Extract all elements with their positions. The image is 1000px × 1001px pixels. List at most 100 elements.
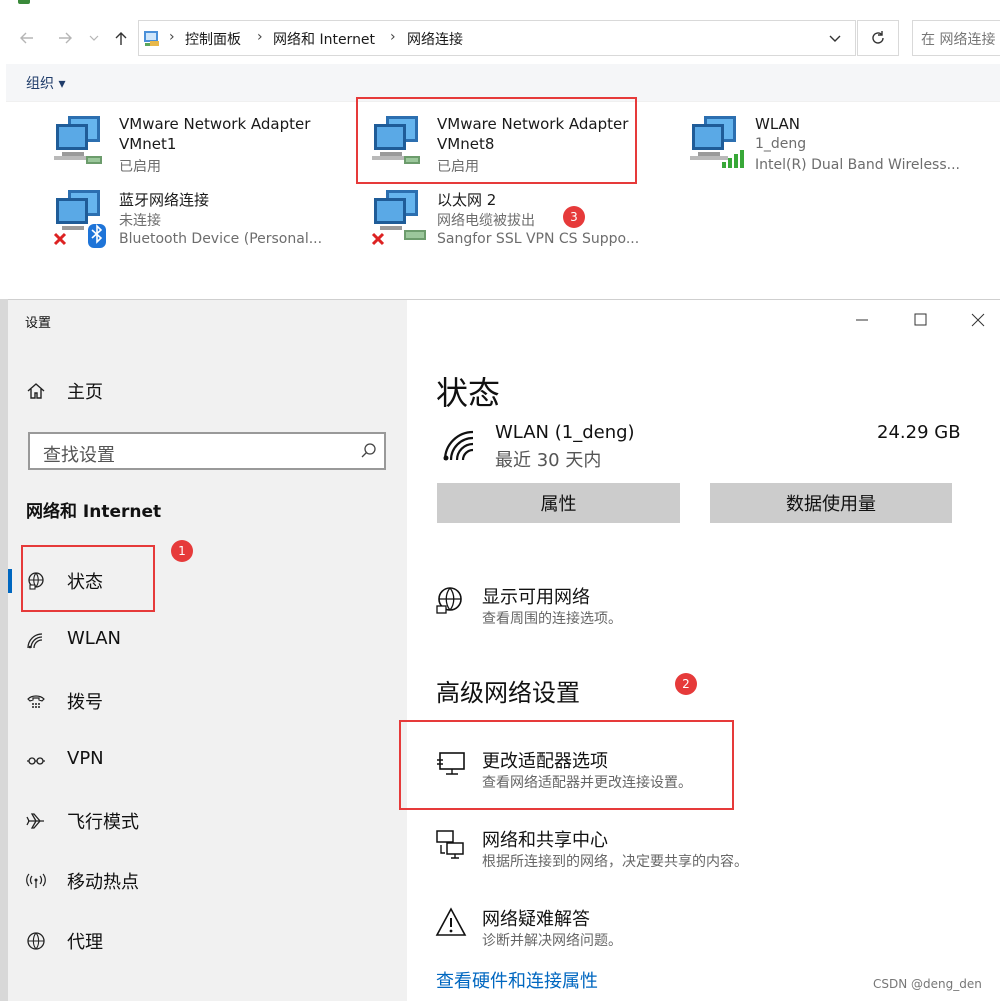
breadcrumb-network-internet[interactable]: 网络和 Internet — [273, 29, 375, 49]
adapter-name: WLAN — [755, 115, 801, 133]
adapter-item[interactable]: 蓝牙网络连接 未连接 Bluetooth Device (Personal... — [50, 184, 350, 250]
arrow-right-icon — [59, 32, 72, 44]
arrow-up-icon — [115, 32, 127, 45]
settings-search-placeholder: 查找设置 — [43, 445, 115, 466]
nav-home[interactable]: 主页 — [8, 366, 407, 416]
wifi-adapter-icon — [690, 116, 744, 168]
nav-mobile-hotspot-label: 移动热点 — [67, 872, 139, 893]
dialup-phone-icon — [27, 695, 45, 708]
annotation-highlight-box — [356, 97, 637, 184]
breadcrumb-separator: › — [257, 29, 263, 45]
settings-search-input[interactable]: 查找设置 — [28, 432, 386, 470]
nav-dialup-label: 拨号 — [67, 692, 103, 713]
troubleshoot-link[interactable]: 网络疑难解答 诊断并解决网络问题。 — [435, 902, 735, 952]
wifi-status-icon — [443, 430, 474, 461]
nav-dialup[interactable]: 拨号 — [8, 676, 407, 726]
home-icon — [27, 383, 45, 399]
selected-indicator — [8, 569, 12, 593]
close-button[interactable] — [963, 310, 993, 330]
troubleshoot-subtitle: 诊断并解决网络问题。 — [482, 933, 622, 949]
nav-vpn[interactable]: VPN — [8, 736, 407, 786]
settings-sidebar: 设置 主页 查找设置 网络和 Internet 状态 1 WLAN 拨号 VPN… — [8, 300, 407, 1001]
back-button[interactable] — [16, 26, 38, 50]
explorer-search-placeholder: 在 网络连接 — [921, 32, 996, 48]
nav-home-label: 主页 — [67, 382, 103, 403]
network-period: 最近 30 天内 — [495, 450, 602, 471]
globe-icon — [27, 932, 45, 950]
show-networks-title: 显示可用网络 — [482, 587, 590, 608]
breadcrumb-separator: › — [390, 29, 396, 45]
adapter-device: Bluetooth Device (Personal... — [119, 231, 323, 247]
nav-vpn-label: VPN — [67, 748, 104, 769]
nav-mobile-hotspot[interactable]: 移动热点 — [8, 856, 407, 906]
watermark: CSDN @deng_den — [873, 977, 982, 991]
airplane-icon — [26, 813, 44, 829]
nav-airplane-mode-label: 飞行模式 — [67, 812, 139, 833]
breadcrumb-control-panel[interactable]: 控制面板 — [185, 29, 241, 49]
breadcrumb-separator: › — [169, 29, 175, 45]
arrow-left-icon — [20, 32, 33, 44]
minimize-button[interactable] — [847, 310, 877, 330]
organize-menu-button[interactable]: 组织 ▾ — [26, 73, 65, 93]
sharing-center-subtitle: 根据所连接到的网络，决定要共享的内容。 — [482, 854, 748, 870]
chevron-down-icon — [89, 35, 99, 41]
adapter-item[interactable]: WLAN 1_deng Intel(R) Dual Band Wireless.… — [686, 110, 976, 176]
chevron-down-icon[interactable] — [829, 35, 841, 43]
network-adapter-icon — [54, 116, 102, 164]
adapter-item[interactable]: 以太网 2 网络电缆被拔出 Sangfor SSL VPN CS Suppo..… — [368, 184, 668, 250]
adapter-device: VMnet1 — [119, 135, 177, 153]
adapter-device: Intel(R) Dual Band Wireless... — [755, 157, 960, 173]
annotation-highlight-box — [399, 720, 734, 810]
annotation-badge-3: 3 — [563, 206, 585, 228]
warning-icon — [435, 907, 467, 936]
show-networks-link[interactable]: 显示可用网络 查看周围的连接选项。 — [435, 580, 735, 630]
settings-content: 状态 WLAN (1_deng) 最近 30 天内 24.29 GB 属性 数据… — [399, 300, 1000, 1001]
vpn-icon — [27, 757, 45, 765]
network-data-usage: 24.29 GB — [877, 422, 961, 443]
explorer-search-input[interactable]: 在 网络连接 — [912, 20, 1000, 56]
bluetooth-adapter-icon — [53, 190, 106, 248]
properties-button[interactable]: 属性 — [437, 483, 680, 523]
hardware-properties-link[interactable]: 查看硬件和连接属性 — [436, 967, 598, 993]
breadcrumb-network-connections[interactable]: 网络连接 — [407, 29, 463, 49]
adapter-item[interactable]: VMware Network Adapter VMnet1 已启用 — [50, 110, 350, 176]
up-button[interactable] — [110, 26, 132, 50]
nav-proxy[interactable]: 代理 — [8, 916, 407, 966]
search-icon[interactable] — [360, 442, 378, 460]
nav-airplane-mode[interactable]: 飞行模式 — [8, 796, 407, 846]
explorer-title-bar — [0, 0, 1000, 12]
folder-icon — [18, 0, 30, 4]
control-panel-icon — [144, 31, 159, 46]
close-icon — [971, 313, 985, 327]
annotation-highlight-box — [21, 545, 155, 612]
refresh-icon — [872, 31, 884, 44]
section-title: 网络和 Internet — [26, 502, 162, 522]
maximize-button[interactable] — [906, 310, 936, 330]
adapter-status: 已启用 — [119, 159, 161, 175]
maximize-icon — [914, 313, 927, 326]
page-title: 状态 — [436, 374, 501, 412]
address-bar[interactable]: › 控制面板 › 网络和 Internet › 网络连接 — [138, 20, 856, 56]
adapter-device: Sangfor SSL VPN CS Suppo... — [437, 231, 640, 247]
show-networks-subtitle: 查看周围的连接选项。 — [482, 611, 622, 627]
hotspot-icon — [26, 873, 46, 888]
adapter-name: 蓝牙网络连接 — [119, 191, 210, 209]
adapter-ssid: 1_deng — [755, 136, 807, 152]
recent-locations-button[interactable] — [86, 26, 102, 50]
nav-wlan[interactable]: WLAN — [8, 616, 407, 666]
annotation-badge-2: 2 — [675, 673, 697, 695]
troubleshoot-title: 网络疑难解答 — [482, 909, 590, 930]
nav-proxy-label: 代理 — [67, 932, 103, 953]
explorer-window: › 控制面板 › 网络和 Internet › 网络连接 在 网络连接 组织 ▾… — [0, 0, 1000, 300]
advanced-settings-heading: 高级网络设置 — [436, 679, 580, 707]
annotation-badge-1: 1 — [171, 540, 193, 562]
settings-window-title: 设置 — [25, 316, 52, 331]
refresh-button[interactable] — [857, 20, 899, 56]
adapter-status: 网络电缆被拔出 — [437, 213, 535, 229]
forward-button[interactable] — [54, 26, 76, 50]
sharing-center-link[interactable]: 网络和共享中心 根据所连接到的网络，决定要共享的内容。 — [435, 823, 795, 873]
minimize-icon — [856, 319, 868, 321]
data-usage-button[interactable]: 数据使用量 — [710, 483, 952, 523]
background-window-edge — [0, 299, 8, 1001]
network-name: WLAN (1_deng) — [495, 422, 635, 443]
